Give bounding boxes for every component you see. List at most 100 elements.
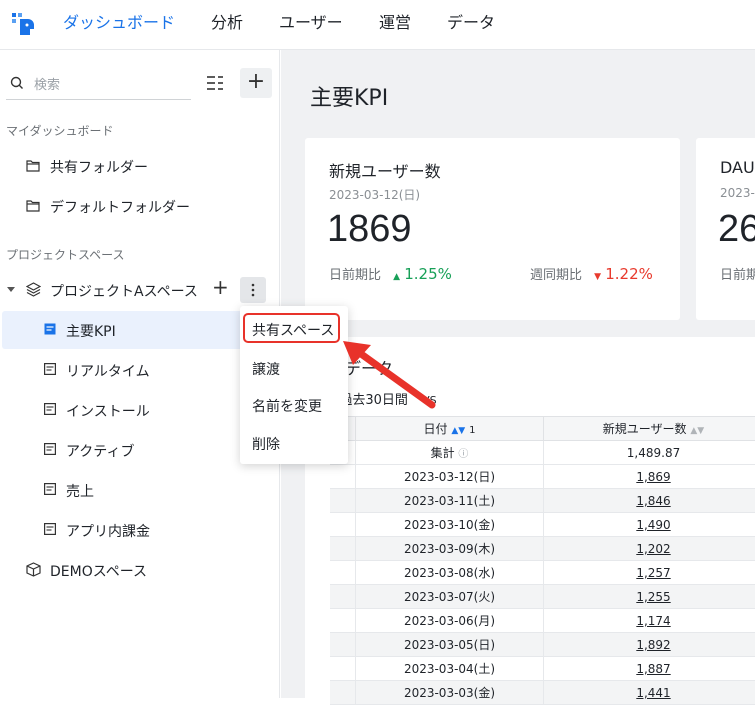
cell-date: 2023-03-10(金) [356, 513, 544, 537]
up-arrow-icon: ▲ [393, 272, 400, 282]
cell-new-users: 1,490 [544, 513, 755, 537]
nav-dashboard[interactable]: ダッシュボード [63, 0, 175, 50]
kpi-date: 2023-03-12(日) [329, 186, 420, 203]
cell-date: 2023-03-06(月) [356, 609, 544, 633]
search-icon [10, 76, 24, 90]
search-input[interactable] [32, 74, 187, 96]
page-active[interactable]: アクティブ [2, 431, 272, 469]
cell-value-link[interactable]: 1,846 [636, 494, 670, 508]
cell-value-link[interactable]: 1,869 [636, 470, 670, 484]
folder-icon [26, 159, 40, 172]
info-icon: ⓘ [458, 449, 468, 460]
kpi-card-new-users: 新規ユーザー数 2023-03-12(日) 1869 日前期比 ▲ 1.25% … [305, 138, 680, 320]
layers-icon [26, 282, 41, 297]
kebab-menu-icon [251, 283, 255, 297]
row-spacer [330, 657, 356, 681]
more-options-button[interactable] [240, 277, 266, 303]
cell-new-users: 1,441 [544, 681, 755, 705]
page-install[interactable]: インストール [2, 391, 272, 429]
cell-new-users: 1,887 [544, 657, 755, 681]
col-header-date[interactable]: 日付 ▲▼ 1 [356, 417, 544, 441]
nav-users[interactable]: ユーザー [279, 0, 343, 50]
add-page-icon[interactable]: + [212, 275, 229, 299]
summary-label: 集計 ⓘ [356, 441, 544, 465]
page-icon [44, 443, 56, 455]
wow-label: 週同期比 [530, 268, 582, 283]
cell-date: 2023-03-11(土) [356, 489, 544, 513]
table-row: 2023-03-06(月) 1,174 [330, 609, 755, 633]
cell-new-users: 1,202 [544, 537, 755, 561]
cell-value-link[interactable]: 1,441 [636, 686, 670, 700]
table-body: 集計 ⓘ 1,489.87 2023-03-12(日)1,8692023-03-… [330, 441, 755, 705]
page-label: アクティブ [66, 441, 134, 461]
space-label: DEMOスペース [50, 561, 147, 581]
cell-value-link[interactable]: 1,892 [636, 638, 670, 652]
folder-icon [26, 199, 40, 212]
cell-date: 2023-03-08(水) [356, 561, 544, 585]
page-realtime[interactable]: リアルタイム [2, 351, 272, 389]
dod-label: 日前期 [720, 264, 755, 283]
summary-row: 集計 ⓘ 1,489.87 [330, 441, 755, 465]
nav-data[interactable]: データ [447, 0, 495, 50]
top-nav-bar: ダッシュボード 分析 ユーザー 運営 データ [0, 0, 755, 50]
page-in-app-purchase[interactable]: アプリ内課金 [2, 511, 272, 549]
cell-value-link[interactable]: 1,887 [636, 662, 670, 676]
kpi-card-dau: DAU 2023- 26 日前期 [696, 138, 755, 320]
table-row: 2023-03-05(日) 1,892 [330, 633, 755, 657]
cell-value-link[interactable]: 1,202 [636, 542, 670, 556]
cell-value-link[interactable]: 1,255 [636, 590, 670, 604]
table-row: 2023-03-04(土)1,887 [330, 657, 755, 681]
menu-item-delete[interactable]: 削除 [252, 434, 280, 454]
cell-value-link[interactable]: 1,490 [636, 518, 670, 532]
kpi-date: 2023- [720, 186, 755, 200]
caret-down-icon [7, 287, 15, 293]
row-spacer [330, 609, 356, 633]
col-label: 新規ユーザー数 [603, 422, 687, 436]
space-project-a[interactable]: プロジェクトAスペース + [2, 271, 272, 309]
list-sort-icon[interactable] [204, 72, 226, 94]
sort-icon[interactable]: ▲▼ [690, 426, 704, 436]
menu-item-transfer[interactable]: 譲渡 [252, 359, 280, 379]
row-spacer [330, 489, 356, 513]
wow-value: 1.22% [605, 265, 653, 283]
page-label: 主要KPI [66, 321, 116, 341]
nav-analysis[interactable]: 分析 [211, 0, 243, 50]
add-dashboard-button[interactable]: + [240, 68, 272, 98]
space-demo[interactable]: DEMOスペース [2, 551, 272, 589]
page-title: 主要KPI [310, 80, 388, 112]
kpi-value: 26 [718, 208, 755, 251]
page-icon [44, 363, 56, 375]
row-spacer [330, 561, 356, 585]
down-arrow-icon: ▼ [594, 272, 601, 282]
cell-date: 2023-03-05(日) [356, 633, 544, 657]
app-logo-icon[interactable] [10, 11, 36, 37]
col-header-new-users[interactable]: 新規ユーザー数 ▲▼ [544, 417, 755, 441]
cell-new-users: 1,255 [544, 585, 755, 609]
menu-item-rename[interactable]: 名前を変更 [252, 396, 322, 416]
sort-asc-icon[interactable]: ▲▼ [451, 426, 465, 436]
dod-label: 日前期比 [329, 268, 381, 283]
page-icon [44, 483, 56, 495]
table-row: 2023-03-12(日) 1,869 [330, 465, 755, 489]
cell-value-link[interactable]: 1,257 [636, 566, 670, 580]
page-sales[interactable]: 売上 [2, 471, 272, 509]
row-spacer [330, 585, 356, 609]
cell-date: 2023-03-12(日) [356, 465, 544, 489]
cube-icon [26, 562, 41, 577]
cell-value-link[interactable]: 1,174 [636, 614, 670, 628]
search-box[interactable] [6, 70, 191, 100]
table-row: 2023-03-03(金)1,441 [330, 681, 755, 705]
folder-shared[interactable]: 共有フォルダー [2, 147, 272, 185]
plus-icon: + [247, 69, 265, 94]
cell-date: 2023-03-09(木) [356, 537, 544, 561]
highlight-box [243, 313, 340, 343]
annotation-arrow-icon [335, 335, 440, 415]
nav-operations[interactable]: 運営 [379, 0, 411, 50]
page-main-kpi[interactable]: 主要KPI [2, 311, 272, 349]
page-icon [44, 523, 56, 535]
folder-label: デフォルトフォルダー [50, 197, 190, 217]
page-label: インストール [66, 401, 150, 421]
table-row: 2023-03-09(木) 1,202 [330, 537, 755, 561]
cell-new-users: 1,869 [544, 465, 755, 489]
folder-default[interactable]: デフォルトフォルダー [2, 187, 272, 225]
